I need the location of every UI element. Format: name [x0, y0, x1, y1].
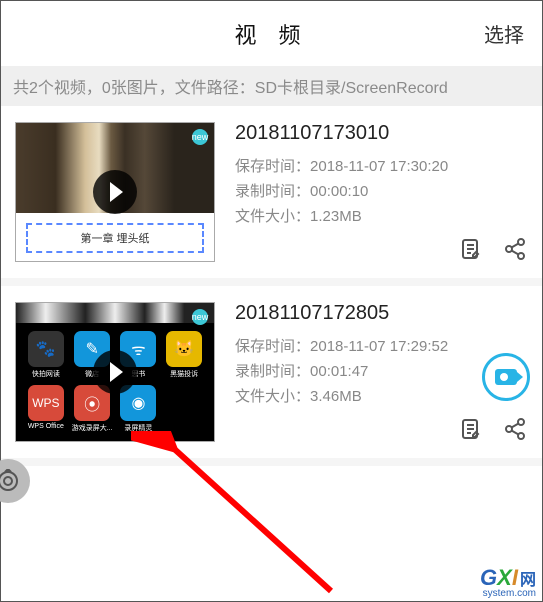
- rec-time: 录制时间：00:00:10: [235, 180, 528, 201]
- new-badge: new: [192, 129, 208, 145]
- video-thumbnail[interactable]: new 🐾快拍网读 ✎微店 ᯤ思书 🐱黑猫投诉 WPSWPS Office ⦿游…: [15, 302, 215, 442]
- camera-icon: [495, 369, 517, 385]
- summary-bar: 共2个视频，0张图片，文件路径：SD卡根目录/ScreenRecord: [1, 66, 542, 106]
- summary-text: 共2个视频，0张图片，文件路径：SD卡根目录/ScreenRecord: [13, 74, 448, 98]
- save-time: 保存时间：2018-11-07 17:30:20: [235, 155, 528, 176]
- edit-icon[interactable]: [458, 416, 484, 442]
- video-title: 20181107172805: [235, 302, 528, 325]
- edit-icon[interactable]: [458, 236, 484, 262]
- record-fab[interactable]: [482, 353, 530, 401]
- video-item[interactable]: new 🐾快拍网读 ✎微店 ᯤ思书 🐱黑猫投诉 WPSWPS Office ⦿游…: [1, 286, 542, 466]
- share-icon[interactable]: [502, 236, 528, 262]
- thumb-caption: 第一章 埋头纸: [26, 223, 204, 253]
- video-info: 20181107173010 保存时间：2018-11-07 17:30:20 …: [215, 122, 528, 262]
- save-time: 保存时间：2018-11-07 17:29:52: [235, 335, 528, 356]
- header: 视 频 选择: [1, 1, 542, 66]
- play-icon[interactable]: [93, 350, 137, 394]
- video-item[interactable]: 第一章 埋头纸 new 20181107173010 保存时间：2018-11-…: [1, 106, 542, 286]
- share-icon[interactable]: [502, 416, 528, 442]
- select-button[interactable]: 选择: [484, 19, 524, 48]
- video-title: 20181107173010: [235, 122, 528, 145]
- new-badge: new: [192, 309, 208, 325]
- page-title: 视 频: [234, 18, 308, 50]
- file-size: 文件大小：1.23MB: [235, 205, 528, 226]
- play-icon[interactable]: [93, 170, 137, 214]
- watermark: GXI网 system.com: [480, 567, 536, 599]
- video-thumbnail[interactable]: 第一章 埋头纸 new: [15, 122, 215, 262]
- video-info: 20181107172805 保存时间：2018-11-07 17:29:52 …: [215, 302, 528, 442]
